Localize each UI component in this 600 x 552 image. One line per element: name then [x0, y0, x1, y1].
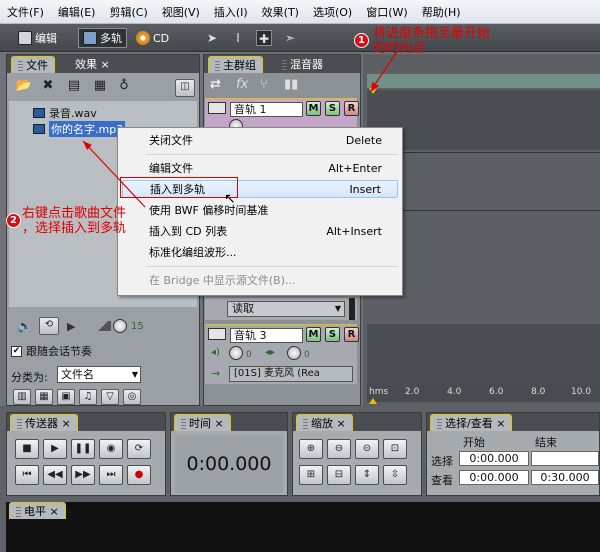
- selection-end-field[interactable]: [531, 451, 599, 466]
- play-from-cursor-button[interactable]: ◉: [99, 439, 123, 459]
- zoom-out-horizontal-icon[interactable]: ⊖: [327, 439, 351, 459]
- row-view: 查看: [431, 474, 453, 487]
- row-select: 选择: [431, 455, 453, 468]
- loop-play-button[interactable]: ⟳: [127, 439, 151, 459]
- fast-forward-button[interactable]: ▶▶: [71, 465, 95, 485]
- zoom-in-horizontal-icon[interactable]: ⊕: [299, 439, 323, 459]
- tab-transport[interactable]: 传送器 ×: [10, 414, 78, 431]
- go-to-start-button[interactable]: ⏮: [15, 465, 39, 485]
- tab-selection-view[interactable]: 选择/查看 ×: [430, 414, 513, 431]
- zoom-out-full-icon[interactable]: ⊝: [355, 439, 379, 459]
- tab-zoom-label: 缩放: [311, 417, 333, 430]
- arrow-line: [82, 140, 146, 208]
- arrow-line: [371, 49, 399, 90]
- zoom-panel: 缩放 × ⊕ ⊖ ⊝ ⊡ ⊞ ⊟ ⇕ ⇳: [292, 412, 422, 496]
- zoom-left-edge-icon[interactable]: ⊞: [299, 465, 323, 485]
- tab-level[interactable]: 电平 ×: [9, 502, 66, 519]
- zoom-in-vertical-icon[interactable]: ⇕: [355, 465, 379, 485]
- pause-button[interactable]: ❚❚: [71, 439, 95, 459]
- tab-time-label: 时间: [189, 417, 211, 430]
- selection-start-field[interactable]: 0:00.000: [459, 451, 529, 466]
- tab-selection-view-label: 选择/查看: [445, 417, 493, 430]
- transport-panel: 传送器 × ■ ▶ ❚❚ ◉ ⟳ ⏮ ◀◀ ▶▶ ⏭ ●: [6, 412, 166, 496]
- zoom-selection-icon[interactable]: ⊡: [383, 439, 407, 459]
- stop-button[interactable]: ■: [15, 439, 39, 459]
- time-panel: 时间 × 0:00.000: [170, 412, 288, 496]
- view-start-field[interactable]: 0:00.000: [459, 470, 529, 485]
- view-end-field[interactable]: 0:30.000: [531, 470, 599, 485]
- tab-time[interactable]: 时间 ×: [174, 414, 231, 431]
- rewind-button[interactable]: ◀◀: [43, 465, 67, 485]
- level-panel: 电平 ×: [6, 502, 600, 552]
- column-start: 开始: [463, 436, 485, 449]
- zoom-right-edge-icon[interactable]: ⊟: [327, 465, 351, 485]
- play-button[interactable]: ▶: [43, 439, 67, 459]
- zoom-out-vertical-icon[interactable]: ⇳: [383, 465, 407, 485]
- record-button[interactable]: ●: [127, 465, 151, 485]
- tab-transport-label: 传送器: [25, 417, 58, 430]
- tab-zoom[interactable]: 缩放 ×: [296, 414, 353, 431]
- time-display: 0:00.000: [175, 435, 283, 493]
- tab-level-label: 电平: [24, 505, 46, 518]
- column-end: 结束: [535, 436, 557, 449]
- go-to-end-button[interactable]: ⏭: [99, 465, 123, 485]
- selection-view-panel: 选择/查看 × 开始 结束 选择 查看 0:00.000 0:00.000 0:…: [426, 412, 600, 496]
